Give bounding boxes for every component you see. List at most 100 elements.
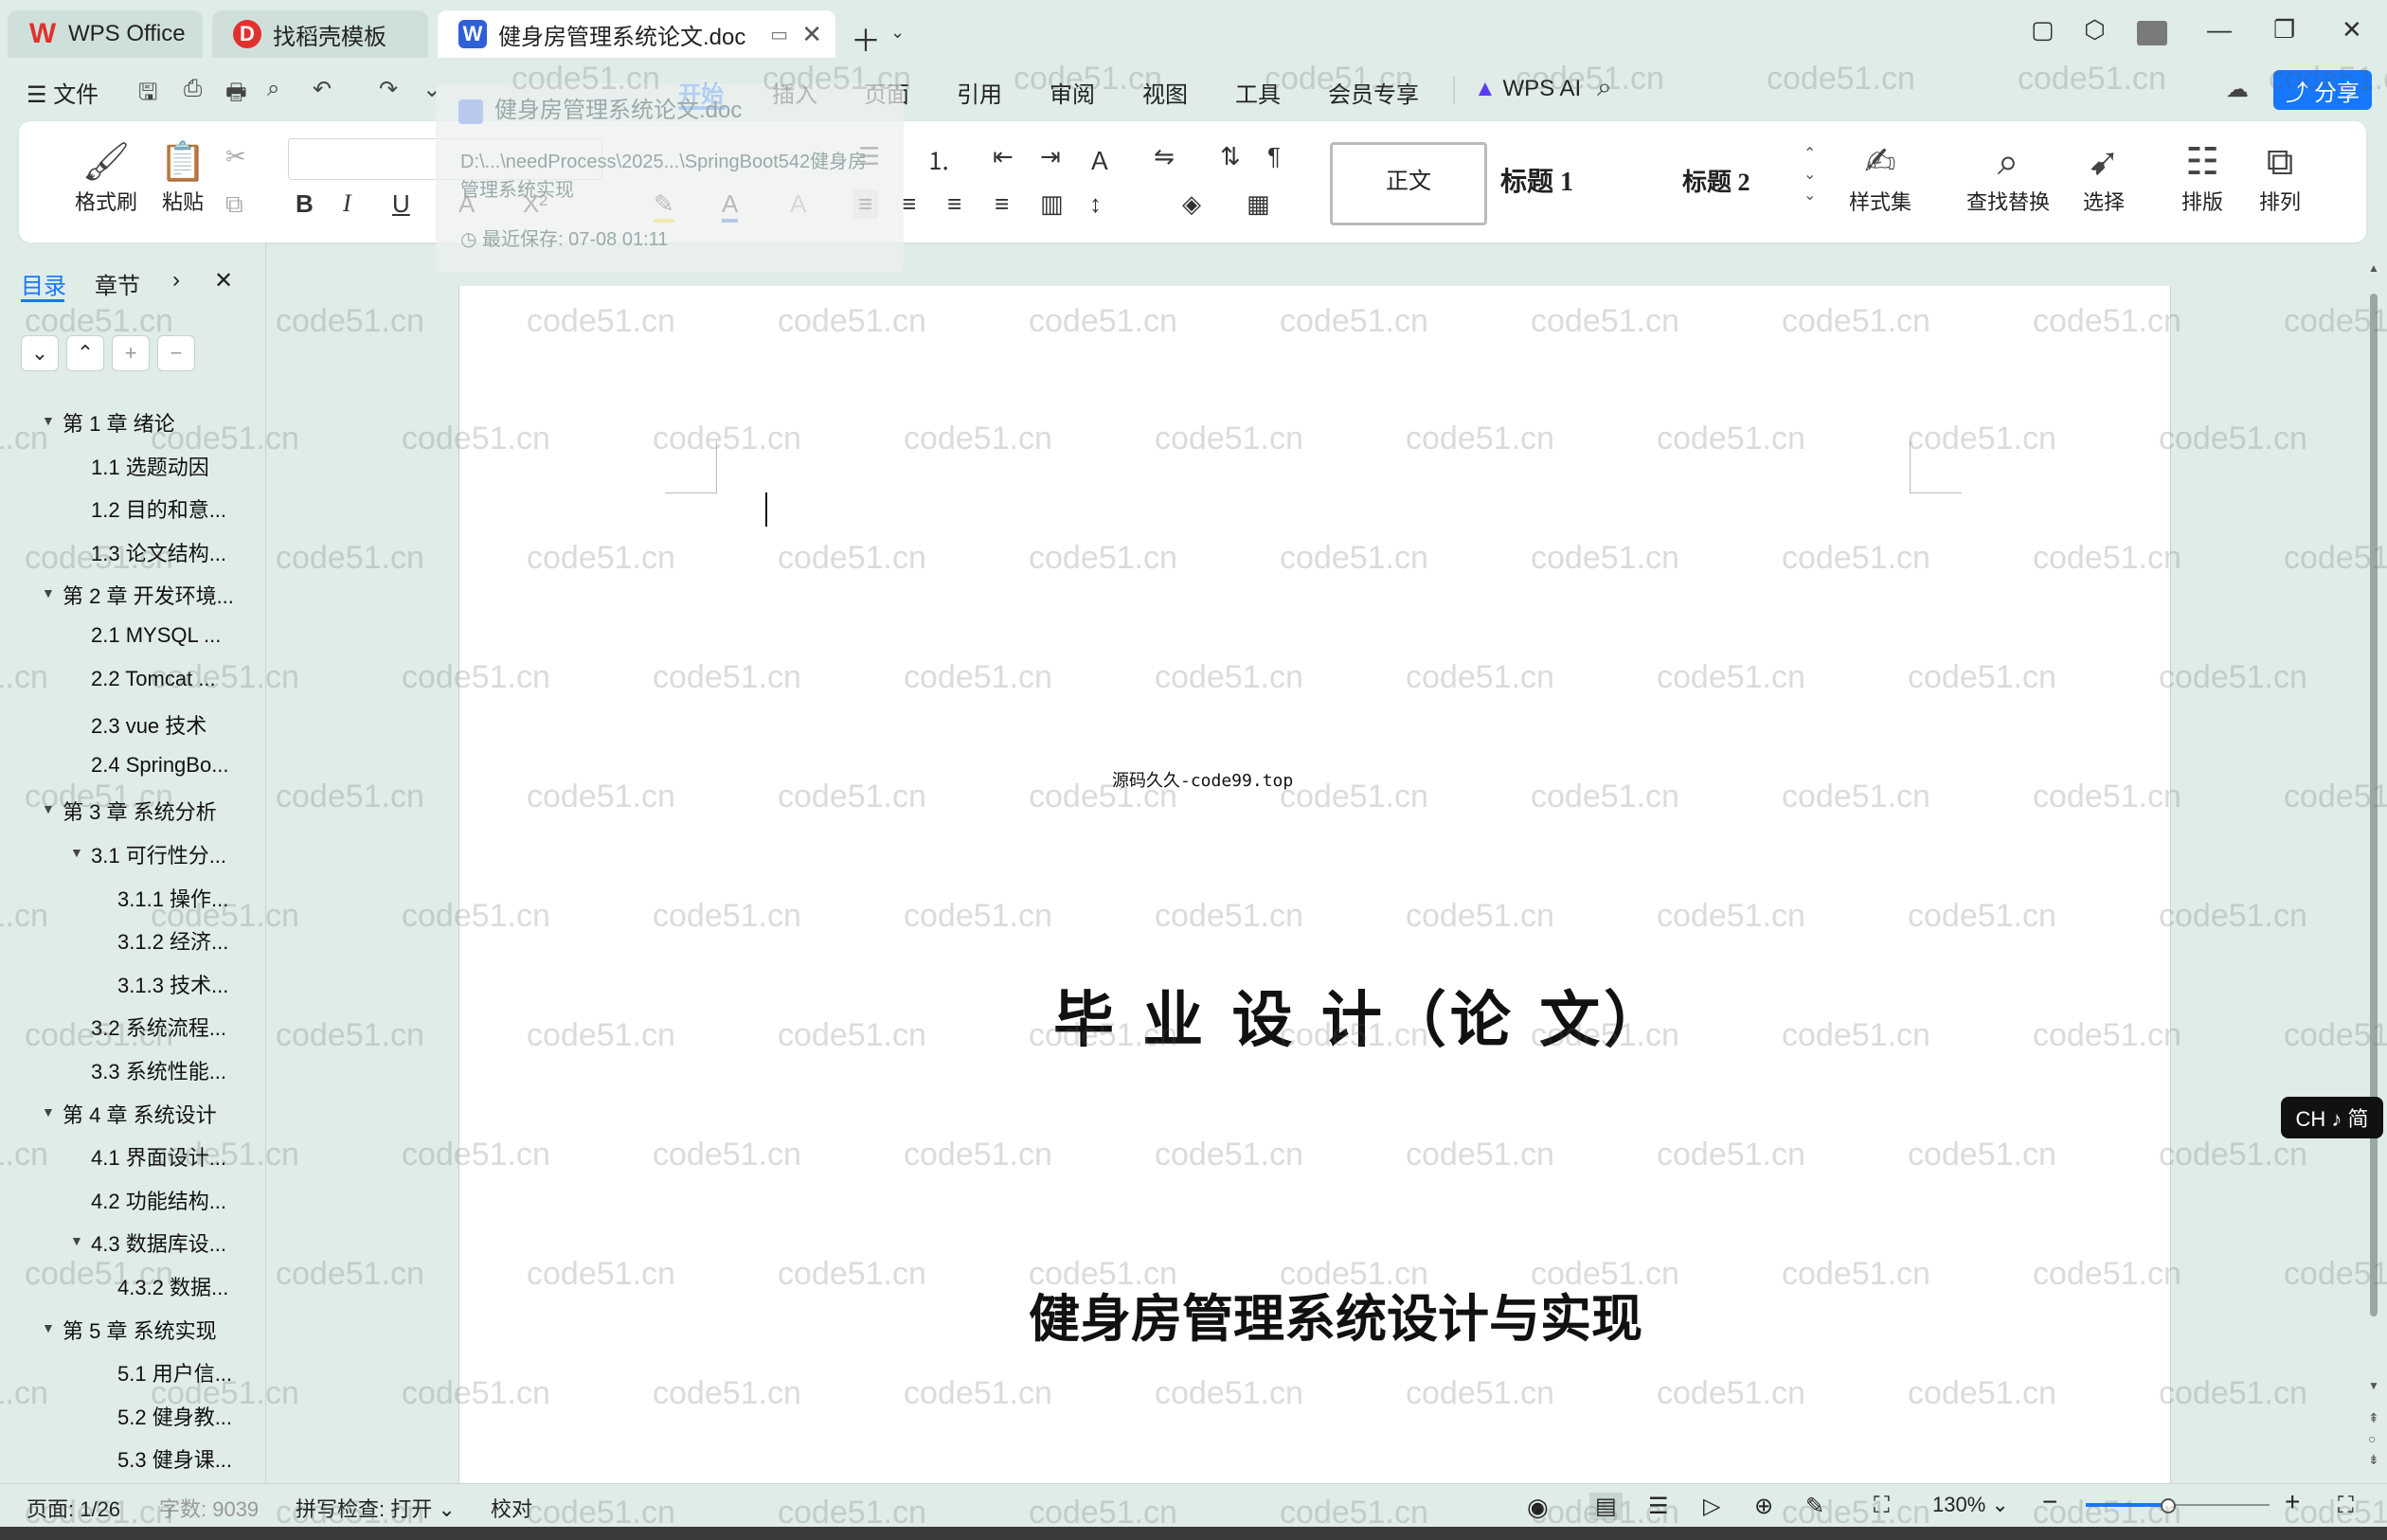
export-pdf-icon[interactable]: ⎙	[184, 76, 202, 102]
tab-toc[interactable]: 目录	[21, 267, 66, 300]
chevron-right-icon[interactable]: ›	[172, 267, 180, 294]
toc-item[interactable]: 4.3 数据库设...	[91, 1227, 226, 1258]
zoom-out-icon[interactable]: −	[2042, 1487, 2057, 1517]
toc-item[interactable]: 第 4 章 系统设计	[63, 1099, 217, 1129]
toc-item[interactable]: 1.2 目的和意...	[91, 493, 226, 524]
fit-page-icon[interactable]: ⛶	[1874, 1493, 1890, 1519]
distribute-icon[interactable]: ▥	[1040, 189, 1064, 219]
word-count[interactable]: 字数: 9039	[159, 1493, 259, 1523]
menu-references[interactable]: 引用	[957, 76, 1002, 109]
toc-item[interactable]: 2.2 Tomcat ...	[91, 667, 216, 691]
save-icon[interactable]: 🖫	[138, 76, 157, 115]
style-heading-1[interactable]: 标题 1	[1500, 161, 1573, 199]
toc-item[interactable]: 第 2 章 开发环境...	[63, 580, 234, 610]
avatar[interactable]	[2137, 21, 2167, 45]
tab-docer[interactable]: D 找稻壳模板	[212, 10, 428, 58]
expand-toggle-icon[interactable]: ▼	[42, 1320, 55, 1335]
style-heading-2[interactable]: 标题 2	[1682, 163, 1750, 198]
chevron-down-icon[interactable]: ⌄	[890, 23, 905, 43]
toc-item[interactable]: 3.2 系统流程...	[91, 1012, 226, 1042]
convert-icon[interactable]: ⇋	[1154, 142, 1175, 171]
fullscreen-icon[interactable]: ⛶	[2338, 1493, 2354, 1519]
toc-item[interactable]: 第 3 章 系统分析	[63, 796, 217, 826]
borders-icon[interactable]: ▦	[1247, 189, 1270, 219]
toc-item[interactable]: 第 5 章 系统实现	[63, 1315, 217, 1345]
sort-icon[interactable]: ⇅	[1220, 142, 1241, 171]
toc-item[interactable]: 4.1 界面设计...	[91, 1141, 226, 1172]
justify-icon[interactable]: ≡	[995, 189, 1009, 219]
toc-item[interactable]: 1.1 选题动因	[91, 451, 209, 481]
bold-icon[interactable]: B	[296, 189, 314, 219]
expand-toggle-icon[interactable]: ▼	[42, 413, 55, 428]
scroll-up-icon[interactable]: ▲	[2368, 261, 2379, 275]
expand-toggle-icon[interactable]: ▼	[70, 845, 83, 860]
expand-toggle-icon[interactable]: ▼	[42, 801, 55, 816]
cut-icon[interactable]: ✂	[225, 142, 246, 171]
underline-icon[interactable]: U	[392, 189, 410, 219]
style-normal[interactable]: 正文	[1330, 142, 1487, 225]
search-icon[interactable]: ⌕	[1597, 72, 1612, 103]
tablet-mode-icon[interactable]: ▢	[2031, 15, 2055, 45]
expand-toggle-icon[interactable]: ▼	[42, 585, 55, 600]
file-menu[interactable]: ☰ 文件	[27, 76, 99, 109]
redo-icon[interactable]: ↷	[379, 76, 398, 103]
collapse-down-icon[interactable]: ⌄	[21, 335, 59, 371]
scroll-thumb[interactable]	[2370, 294, 2378, 1316]
style-set-button[interactable]: ✍ 样式集	[1838, 138, 1923, 216]
toc-item[interactable]: 3.1.3 技术...	[117, 969, 228, 999]
web-view-icon[interactable]: ⊕	[1754, 1493, 1773, 1520]
page-nav-icon[interactable]: ⇞ ○ ⇟	[2368, 1407, 2379, 1470]
pen-icon[interactable]: ✎	[1805, 1493, 1824, 1520]
tab-chapter[interactable]: 章节	[95, 267, 140, 300]
proofread[interactable]: 校对	[491, 1493, 532, 1523]
cloud-icon[interactable]: ☁	[2226, 76, 2249, 103]
close-tab-icon[interactable]: ✕	[801, 20, 822, 49]
align-center-icon[interactable]: ≡	[902, 189, 916, 219]
expand-toggle-icon[interactable]: ▼	[42, 1104, 55, 1119]
tab-document[interactable]: W 健身房管理系统论文.doc ▭ ✕	[438, 10, 835, 58]
zoom-level[interactable]: 130% ⌄	[1932, 1493, 2009, 1517]
text-direction-icon[interactable]: Ａ	[1087, 142, 1112, 177]
ime-indicator[interactable]: CH ♪ 简	[2281, 1097, 2383, 1138]
toc-item[interactable]: 5.2 健身教...	[117, 1401, 232, 1431]
line-spacing-icon[interactable]: ↕	[1089, 189, 1102, 219]
toc-item[interactable]: 第 1 章 绪论	[63, 407, 175, 438]
spell-check[interactable]: 拼写检查: 打开 ⌄	[296, 1493, 456, 1523]
minimize-icon[interactable]: —	[2207, 15, 2232, 45]
toc-item[interactable]: 3.1.2 经济...	[117, 925, 228, 956]
collapse-up-icon[interactable]: ⌃	[66, 335, 104, 371]
close-window-icon[interactable]: ✕	[2342, 15, 2362, 45]
toc-item[interactable]: 2.3 vue 技术	[91, 709, 206, 740]
scroll-down-icon[interactable]: ▼	[2368, 1379, 2379, 1392]
menu-view[interactable]: 视图	[1142, 76, 1188, 109]
print-icon[interactable]: 🖶	[225, 76, 247, 115]
italic-icon[interactable]: I	[343, 189, 351, 218]
menu-member[interactable]: 会员专享	[1328, 76, 1419, 109]
show-marks-icon[interactable]: ¶	[1267, 142, 1281, 171]
toc-item[interactable]: 5.1 用户信...	[117, 1357, 232, 1388]
undo-icon[interactable]: ↶	[313, 76, 332, 103]
toc-item[interactable]: 3.1 可行性分...	[91, 839, 226, 869]
print-preview-icon[interactable]: ⌕	[267, 76, 279, 102]
share-button[interactable]: ⤴ 分享	[2273, 70, 2372, 110]
play-icon[interactable]: ▷	[1703, 1493, 1720, 1520]
outline-view-icon[interactable]: ☰	[1648, 1493, 1669, 1520]
eye-protection-icon[interactable]: ◉	[1527, 1493, 1549, 1522]
layout-button[interactable]: ☷ 排版	[2169, 138, 2235, 216]
zoom-in-icon[interactable]: +	[2285, 1487, 2300, 1517]
page-view-icon[interactable]: ▤	[1589, 1493, 1623, 1520]
align-right-icon[interactable]: ≡	[947, 189, 961, 219]
toc-item[interactable]: 1.3 论文结构...	[91, 537, 226, 567]
toc-item[interactable]: 4.2 功能结构...	[91, 1185, 226, 1215]
cube-icon[interactable]: ⬡	[2084, 15, 2106, 45]
shading-icon[interactable]: ◈	[1182, 189, 1201, 219]
toc-item[interactable]: 4.3.2 数据...	[117, 1271, 228, 1301]
toc-item[interactable]: 2.4 SpringBo...	[91, 753, 229, 778]
expand-toggle-icon[interactable]: ▼	[70, 1233, 83, 1248]
select-button[interactable]: ➹ 选择	[2071, 138, 2137, 216]
arrange-button[interactable]: ⧉ 排列	[2247, 138, 2313, 216]
maximize-icon[interactable]: ❐	[2273, 15, 2295, 45]
menu-tools[interactable]: 工具	[1235, 76, 1281, 109]
find-replace-button[interactable]: ⌕ 查找替换	[1959, 138, 2057, 216]
toc-item[interactable]: 3.3 系统性能...	[91, 1055, 226, 1085]
